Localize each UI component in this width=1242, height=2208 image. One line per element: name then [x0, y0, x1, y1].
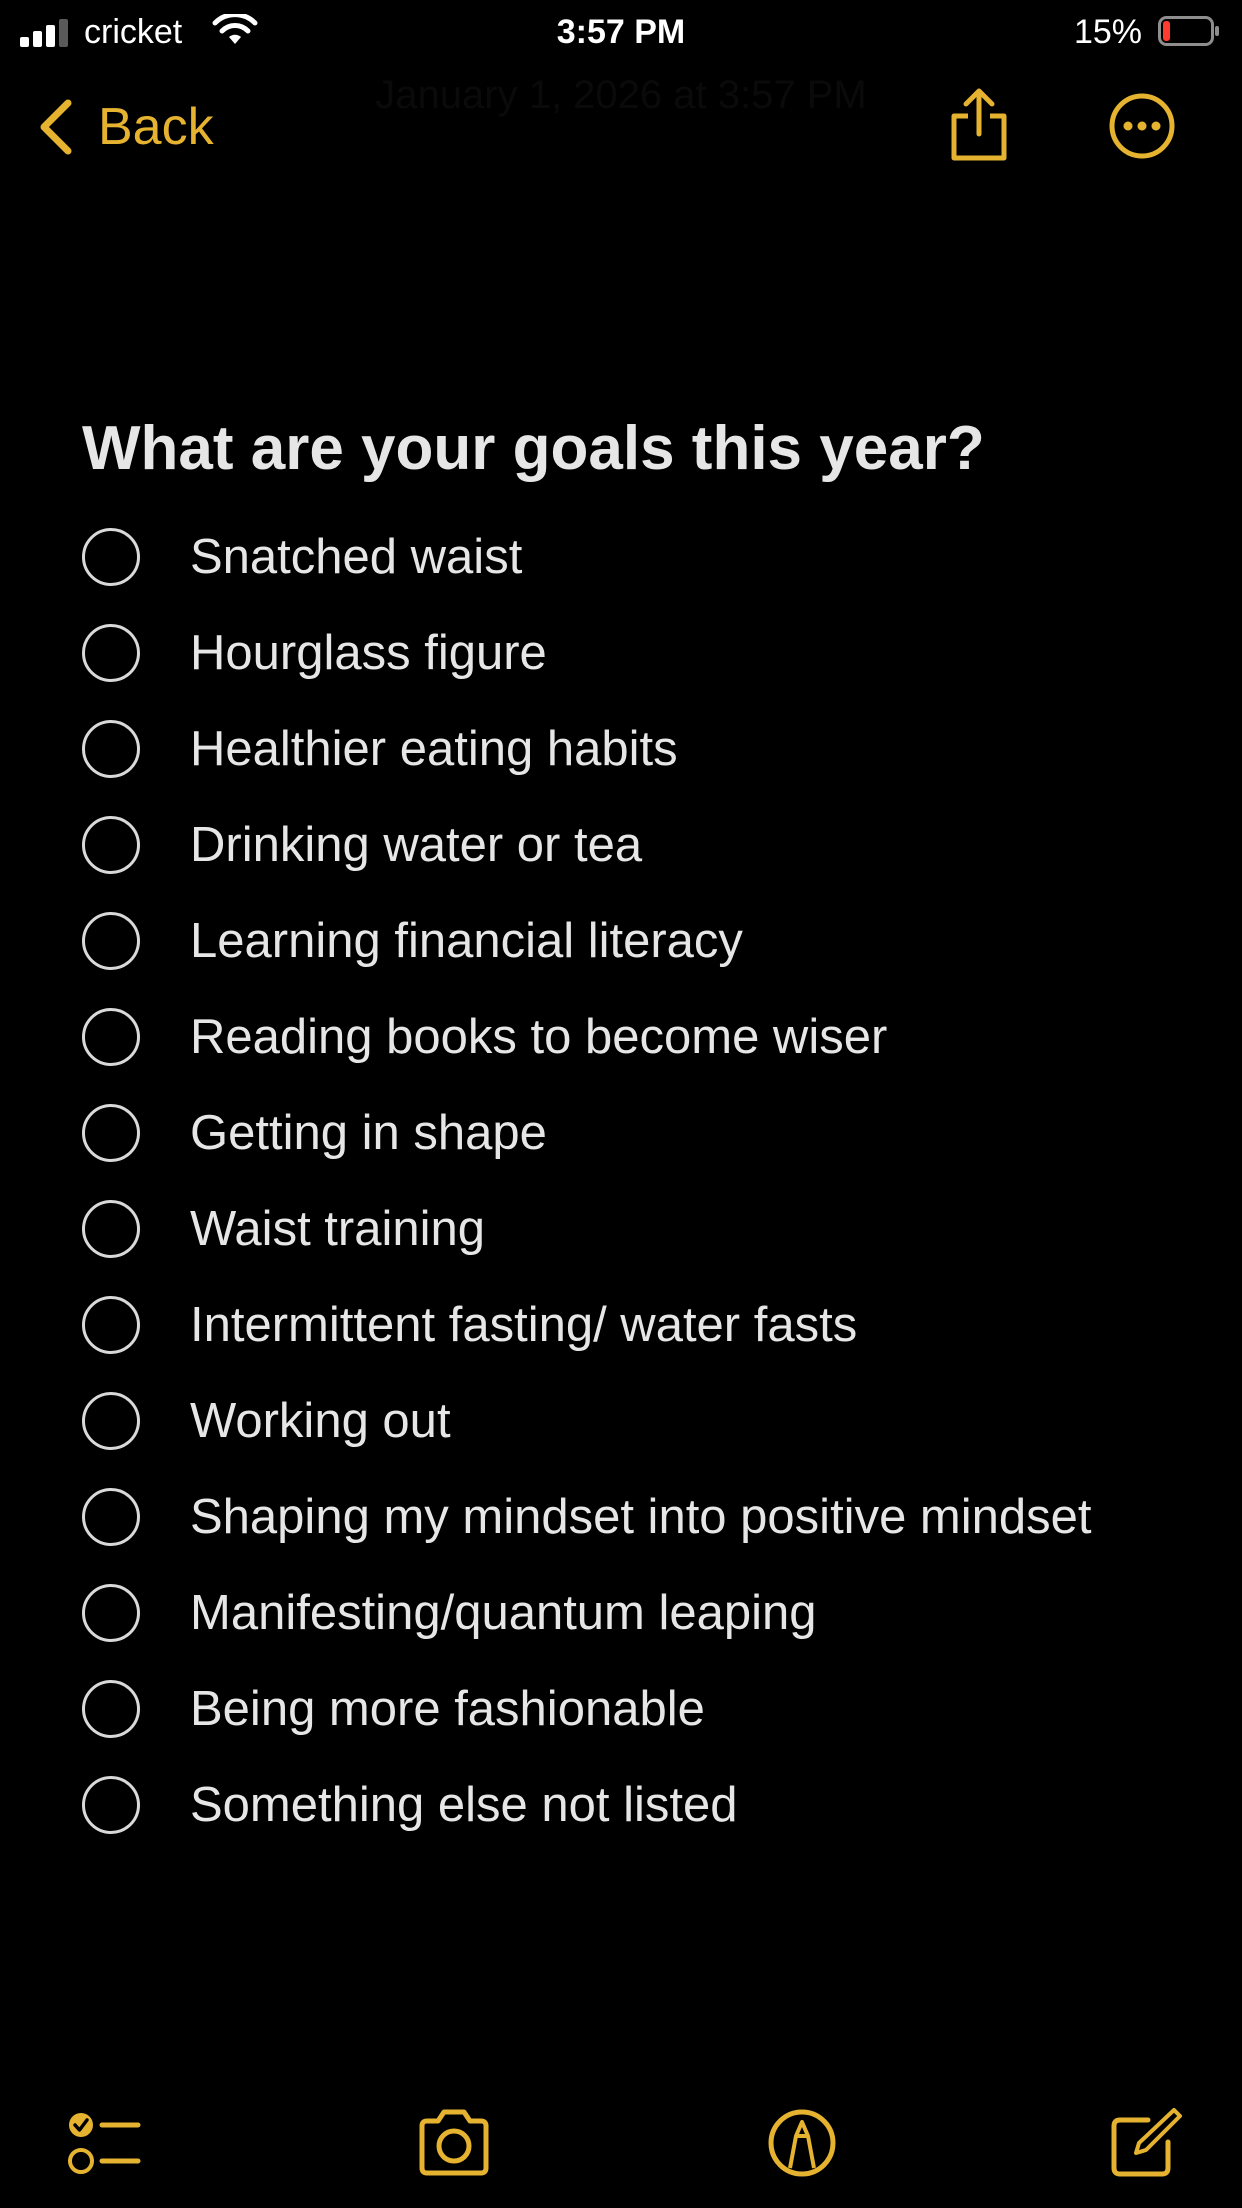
checklist-item[interactable]: Being more fashionable — [82, 1661, 1092, 1757]
share-icon[interactable] — [944, 86, 1014, 166]
checklist-item-label[interactable]: Waist training — [190, 1199, 485, 1259]
checkbox-circle-icon[interactable] — [82, 1392, 140, 1450]
checklist-item[interactable]: Drinking water or tea — [82, 797, 1092, 893]
checklist-item-label[interactable]: Getting in shape — [190, 1103, 547, 1163]
note-title[interactable]: What are your goals this year? — [82, 410, 985, 488]
checkbox-circle-icon[interactable] — [82, 1584, 140, 1642]
checklist-item-label[interactable]: Manifesting/quantum leaping — [190, 1583, 817, 1643]
checkbox-circle-icon[interactable] — [82, 1200, 140, 1258]
checklist-item-label[interactable]: Working out — [190, 1391, 451, 1451]
checklist-item-label[interactable]: Intermittent fasting/ water fasts — [190, 1295, 857, 1355]
checkbox-circle-icon[interactable] — [82, 528, 140, 586]
checklist: Snatched waist Hourglass figure Healthie… — [82, 509, 1092, 1853]
checklist-item[interactable]: Healthier eating habits — [82, 701, 1092, 797]
checkbox-circle-icon[interactable] — [82, 1776, 140, 1834]
checklist-item[interactable]: Working out — [82, 1373, 1092, 1469]
checklist-item[interactable]: Reading books to become wiser — [82, 989, 1092, 1085]
checklist-item[interactable]: Getting in shape — [82, 1085, 1092, 1181]
checklist-item-label[interactable]: Healthier eating habits — [190, 719, 678, 779]
status-bar: cricket 3:57 PM 15% — [0, 0, 1242, 62]
checkbox-circle-icon[interactable] — [82, 720, 140, 778]
checkbox-circle-icon[interactable] — [82, 1008, 140, 1066]
camera-icon[interactable] — [414, 2106, 494, 2180]
checklist-item[interactable]: Waist training — [82, 1181, 1092, 1277]
checkbox-circle-icon[interactable] — [82, 816, 140, 874]
checklist-item-label[interactable]: Snatched waist — [190, 527, 522, 587]
checklist-item-label[interactable]: Something else not listed — [190, 1775, 738, 1835]
checklist-item-label[interactable]: Learning financial literacy — [190, 911, 743, 971]
checklist-item-label[interactable]: Being more fashionable — [190, 1679, 705, 1739]
checklist-item[interactable]: Manifesting/quantum leaping — [82, 1565, 1092, 1661]
checkbox-circle-icon[interactable] — [82, 1680, 140, 1738]
checklist-item[interactable]: Learning financial literacy — [82, 893, 1092, 989]
note-date: January 1, 2026 at 3:57 PM — [375, 73, 867, 117]
checklist-item-label[interactable]: Reading books to become wiser — [190, 1007, 887, 1067]
compose-icon[interactable] — [1106, 2106, 1186, 2180]
battery-percent: 15% — [1073, 13, 1142, 51]
checklist-icon[interactable] — [64, 2106, 144, 2180]
markup-pen-icon[interactable] — [762, 2106, 842, 2180]
checkbox-circle-icon[interactable] — [82, 912, 140, 970]
ellipsis-circle-icon[interactable] — [1108, 92, 1176, 160]
checklist-item-label[interactable]: Shaping my mindset into positive mindset — [190, 1487, 1092, 1547]
checkbox-circle-icon[interactable] — [82, 1488, 140, 1546]
battery-fill — [1163, 21, 1171, 41]
checkbox-circle-icon[interactable] — [82, 1104, 140, 1162]
checklist-item-label[interactable]: Hourglass figure — [190, 623, 547, 683]
checklist-item[interactable]: Intermittent fasting/ water fasts — [82, 1277, 1092, 1373]
battery-icon — [1158, 16, 1219, 46]
checklist-item-label[interactable]: Drinking water or tea — [190, 815, 642, 875]
checklist-item[interactable]: Shaping my mindset into positive mindset — [82, 1469, 1092, 1565]
status-time: 3:57 PM — [556, 13, 686, 51]
checklist-item[interactable]: Something else not listed — [82, 1757, 1092, 1853]
checkbox-circle-icon[interactable] — [82, 624, 140, 682]
checklist-item[interactable]: Snatched waist — [82, 509, 1092, 605]
checklist-item[interactable]: Hourglass figure — [82, 605, 1092, 701]
checkbox-circle-icon[interactable] — [82, 1296, 140, 1354]
